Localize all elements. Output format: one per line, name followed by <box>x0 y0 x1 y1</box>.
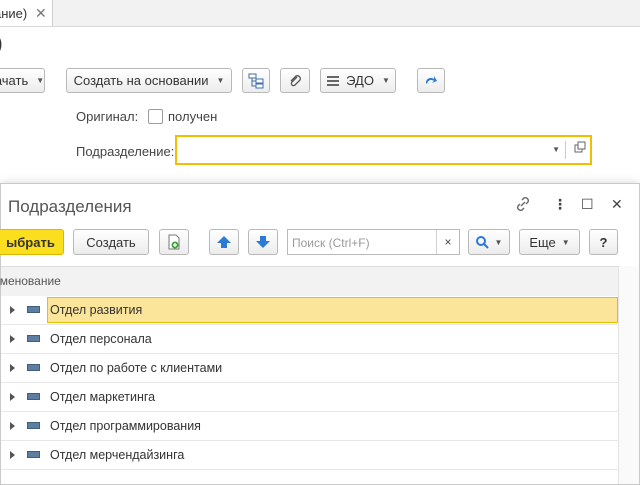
move-down-button[interactable] <box>248 229 278 255</box>
close-icon[interactable]: ✕ <box>611 196 623 213</box>
expand-arrow-icon[interactable] <box>10 306 15 314</box>
chevron-down-icon: ▼ <box>494 237 503 247</box>
print-button-label: ачать <box>0 73 29 88</box>
chevron-down-icon: ▼ <box>216 76 225 85</box>
edo-icon <box>327 75 340 86</box>
search-input[interactable] <box>290 232 439 253</box>
search-icon <box>475 235 489 249</box>
department-field[interactable]: ▼ <box>175 135 592 165</box>
chevron-down-icon[interactable]: ▼ <box>552 145 560 154</box>
create-folder-button[interactable] <box>159 229 189 255</box>
vertical-scrollbar[interactable] <box>618 266 639 484</box>
close-icon[interactable]: ✕ <box>35 5 47 22</box>
table-row[interactable]: Отдел персонала <box>1 325 618 354</box>
row-name: Отдел мерчендайзинга <box>50 448 185 462</box>
row-name: Отдел маркетинга <box>50 390 156 404</box>
chevron-down-icon: ▼ <box>561 237 570 247</box>
add-folder-icon <box>168 234 180 250</box>
row-name: Отдел программирования <box>50 419 201 433</box>
group-icon <box>27 335 40 342</box>
group-icon <box>27 451 40 458</box>
create-based-on-label: Создать на основании <box>73 73 209 88</box>
clear-search-button[interactable]: × <box>436 230 459 254</box>
move-up-button[interactable] <box>209 229 239 255</box>
document-title: ) <box>0 33 3 56</box>
more-actions-button[interactable]: Еще ▼ <box>519 229 580 255</box>
table-row[interactable]: Отдел мерчендайзинга <box>1 441 618 470</box>
table-row[interactable]: Отдел программирования <box>1 412 618 441</box>
hierarchy-icon <box>248 73 264 88</box>
structure-button[interactable] <box>242 68 270 93</box>
group-icon <box>27 393 40 400</box>
expand-arrow-icon[interactable] <box>10 451 15 459</box>
table-row[interactable]: Отдел развития <box>1 296 618 325</box>
column-header-name[interactable]: именование <box>0 274 61 288</box>
document-tab[interactable]: ание) ✕ <box>0 0 53 26</box>
original-label: Оригинал: <box>76 109 139 124</box>
received-label: получен <box>168 109 218 124</box>
field-divider <box>565 141 566 159</box>
group-icon <box>27 364 40 371</box>
expand-arrow-icon[interactable] <box>10 393 15 401</box>
expand-arrow-icon[interactable] <box>10 364 15 372</box>
group-icon <box>27 422 40 429</box>
more-actions-label: Еще <box>529 234 556 250</box>
more-icon[interactable]: ⋮ <box>553 196 567 213</box>
tab-bar: ание) ✕ <box>0 0 640 27</box>
department-label: Подразделение: <box>76 144 175 159</box>
departments-dialog: Подразделения ⋮ ☐ ✕ ыбрать Создать × ▼ Е… <box>0 183 640 485</box>
group-icon <box>27 306 40 313</box>
maximize-icon[interactable]: ☐ <box>581 196 594 213</box>
row-name: Отдел по работе с клиентами <box>50 361 223 375</box>
edo-button[interactable]: ЭДО ▼ <box>320 68 396 93</box>
help-button[interactable]: ? <box>589 229 618 255</box>
print-button[interactable]: ачать ▼ <box>0 68 45 93</box>
create-based-on-button[interactable]: Создать на основании ▼ <box>66 68 232 93</box>
redo-arrow-icon <box>426 75 437 84</box>
expand-arrow-icon[interactable] <box>10 422 15 430</box>
create-button[interactable]: Создать <box>73 229 149 255</box>
paperclip-icon <box>290 74 301 86</box>
search-options-button[interactable]: ▼ <box>468 229 510 255</box>
table-header: именование <box>0 266 618 298</box>
post-button[interactable] <box>417 68 445 93</box>
dialog-title: Подразделения <box>8 197 132 216</box>
arrow-up-icon <box>217 236 231 248</box>
row-name: Отдел развития <box>50 303 143 317</box>
open-form-icon[interactable] <box>574 141 586 153</box>
attach-button[interactable] <box>280 68 310 93</box>
chevron-down-icon: ▼ <box>381 76 390 85</box>
received-checkbox[interactable] <box>148 109 163 124</box>
table-row[interactable]: Отдел маркетинга <box>1 383 618 412</box>
chevron-down-icon: ▼ <box>36 76 45 85</box>
row-name: Отдел персонала <box>50 332 152 346</box>
link-icon[interactable] <box>515 196 531 215</box>
arrow-down-icon <box>256 236 270 248</box>
search-field[interactable]: × <box>287 229 460 255</box>
select-button[interactable]: ыбрать <box>0 229 64 255</box>
document-tab-label: ание) <box>0 5 28 21</box>
expand-arrow-icon[interactable] <box>10 335 15 343</box>
table-row[interactable]: Отдел по работе с клиентами <box>1 354 618 383</box>
edo-button-label: ЭДО <box>346 73 374 88</box>
